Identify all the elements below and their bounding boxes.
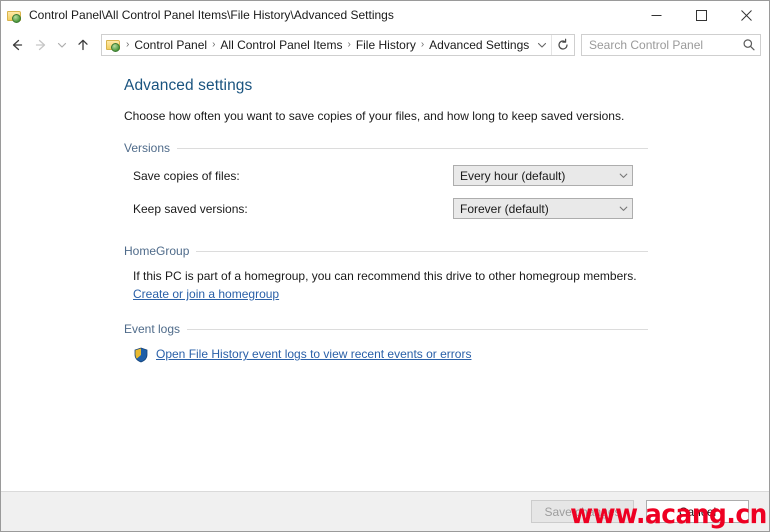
cancel-button[interactable]: Cancel: [646, 500, 749, 523]
maximize-icon: [696, 10, 707, 21]
footer-bar: Save changes Cancel: [1, 491, 769, 531]
navigation-bar: › Control Panel › All Control Panel Item…: [1, 30, 769, 60]
save-copies-of-files-dropdown[interactable]: Every hour (default): [453, 165, 633, 186]
content-area: Advanced settings Choose how often you w…: [1, 60, 769, 491]
up-arrow-icon: [78, 39, 88, 51]
back-button[interactable]: [5, 33, 29, 57]
search-button[interactable]: [738, 35, 760, 55]
uac-shield-icon: [133, 347, 149, 363]
section-versions: Versions Save copies of files: Every hou…: [124, 141, 648, 219]
section-label: Versions: [124, 141, 171, 155]
control-panel-icon: [7, 8, 23, 24]
section-label: HomeGroup: [124, 244, 190, 258]
control-panel-icon: [106, 37, 122, 53]
homegroup-description: If this PC is part of a homegroup, you c…: [133, 269, 637, 283]
setting-label: Save copies of files:: [133, 168, 240, 183]
keep-saved-versions-dropdown[interactable]: Forever (default): [453, 198, 633, 219]
up-button[interactable]: [71, 33, 95, 57]
refresh-button[interactable]: [551, 35, 574, 55]
chevron-down-icon: [537, 42, 547, 48]
breadcrumb-item-control-panel[interactable]: Control Panel: [130, 35, 211, 55]
close-icon: [741, 10, 752, 21]
refresh-icon: [558, 38, 568, 50]
dropdown-value: Forever (default): [460, 201, 549, 216]
forward-arrow-icon: [35, 39, 46, 51]
minimize-button[interactable]: [634, 1, 679, 30]
setting-label: Keep saved versions:: [133, 201, 248, 216]
breadcrumb-item-file-history[interactable]: File History: [352, 35, 420, 55]
chevron-down-icon: [614, 166, 632, 185]
window-controls: [634, 1, 769, 30]
recent-locations-button[interactable]: [53, 33, 71, 57]
page-description: Choose how often you want to save copies…: [124, 109, 625, 123]
maximize-button[interactable]: [679, 1, 724, 30]
breadcrumb: › Control Panel › All Control Panel Item…: [125, 35, 533, 55]
section-label: Event logs: [124, 322, 181, 336]
back-arrow-icon: [12, 39, 23, 51]
section-header-versions: Versions: [124, 141, 648, 155]
page-title: Advanced settings: [124, 77, 253, 94]
address-bar[interactable]: › Control Panel › All Control Panel Item…: [101, 34, 575, 56]
close-button[interactable]: [724, 1, 769, 30]
section-header-homegroup: HomeGroup: [124, 244, 648, 258]
forward-button[interactable]: [29, 33, 53, 57]
control-panel-window: Control Panel\All Control Panel Items\Fi…: [0, 0, 770, 532]
event-logs-row: Open File History event logs to view rec…: [124, 346, 648, 363]
section-rule: [196, 250, 648, 252]
setting-row-save-copies: Save copies of files: Every hour (defaul…: [124, 165, 648, 186]
open-event-logs-link[interactable]: Open File History event logs to view rec…: [156, 346, 471, 363]
search-box[interactable]: Search Control Panel: [581, 34, 761, 56]
minimize-icon: [651, 15, 662, 16]
dropdown-value: Every hour (default): [460, 168, 566, 183]
create-or-join-homegroup-link[interactable]: Create or join a homegroup: [124, 286, 279, 303]
section-event-logs: Event logs Open File History event logs …: [124, 322, 648, 363]
setting-row-keep-saved-versions: Keep saved versions: Forever (default): [124, 198, 648, 219]
breadcrumb-item-advanced-settings[interactable]: Advanced Settings: [425, 35, 533, 55]
section-rule: [187, 328, 648, 330]
breadcrumb-item-all-control-panel-items[interactable]: All Control Panel Items: [216, 35, 346, 55]
save-changes-button[interactable]: Save changes: [531, 500, 634, 523]
search-input[interactable]: Search Control Panel: [582, 38, 738, 52]
section-rule: [177, 147, 648, 149]
recent-locations-chevron-icon: [57, 42, 67, 48]
chevron-down-icon: [614, 199, 632, 218]
section-header-event-logs: Event logs: [124, 322, 648, 336]
search-icon: [743, 39, 755, 51]
title-bar: Control Panel\All Control Panel Items\Fi…: [1, 1, 769, 30]
window-title: Control Panel\All Control Panel Items\Fi…: [29, 8, 394, 22]
address-dropdown-button[interactable]: [533, 35, 551, 55]
section-homegroup: HomeGroup If this PC is part of a homegr…: [124, 244, 648, 303]
